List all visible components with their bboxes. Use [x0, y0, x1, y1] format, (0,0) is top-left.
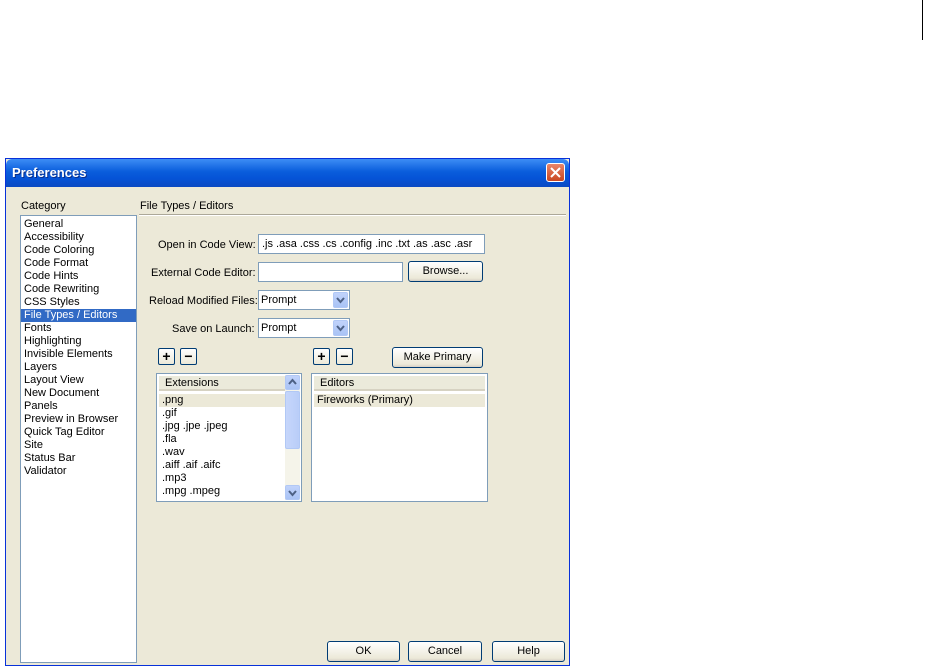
category-label: Category [21, 200, 66, 212]
extension-row[interactable]: .fla [159, 433, 285, 446]
reload-modified-value: Prompt [261, 294, 297, 306]
help-button[interactable]: Help [492, 641, 565, 662]
title-bar[interactable]: Preferences [6, 159, 569, 187]
page-edge-line [922, 0, 923, 40]
extension-row[interactable]: .aiff .aif .aifc [159, 459, 285, 472]
add-extension-button[interactable]: + [158, 348, 175, 365]
cancel-button[interactable]: Cancel [408, 641, 482, 662]
category-item[interactable]: Invisible Elements [21, 348, 136, 361]
scroll-thumb[interactable] [285, 391, 300, 449]
extensions-header[interactable]: Extensions [159, 376, 285, 391]
save-on-launch-value: Prompt [261, 322, 297, 334]
category-item[interactable]: Code Hints [21, 270, 136, 283]
category-item[interactable]: Code Format [21, 257, 136, 270]
category-item[interactable]: Fonts [21, 322, 136, 335]
category-item[interactable]: New Document [21, 387, 136, 400]
category-item[interactable]: Layout View [21, 374, 136, 387]
editors-list[interactable]: Editors Fireworks (Primary) [311, 373, 488, 502]
category-item[interactable]: Highlighting [21, 335, 136, 348]
chevron-up-icon [288, 378, 297, 385]
extension-row[interactable]: .wav [159, 446, 285, 459]
scroll-down-button[interactable] [285, 485, 300, 500]
external-editor-input[interactable] [258, 262, 403, 282]
external-editor-label: External Code Editor: [151, 267, 256, 279]
extension-row[interactable]: .mpg .mpeg [159, 485, 285, 498]
open-in-code-view-input[interactable]: .js .asa .css .cs .config .inc .txt .as … [258, 234, 485, 254]
extension-row[interactable]: .mp3 [159, 472, 285, 485]
editors-header[interactable]: Editors [314, 376, 485, 391]
category-item[interactable]: Accessibility [21, 231, 136, 244]
open-in-code-view-label: Open in Code View: [158, 239, 256, 251]
chevron-down-icon[interactable] [333, 320, 348, 336]
add-editor-button[interactable]: + [313, 348, 330, 365]
remove-extension-button[interactable]: − [180, 348, 197, 365]
dialog-title: Preferences [12, 165, 87, 180]
extension-row[interactable]: .jpg .jpe .jpeg [159, 420, 285, 433]
chevron-down-icon [288, 490, 297, 497]
category-item[interactable]: Code Coloring [21, 244, 136, 257]
category-item[interactable]: Preview in Browser [21, 413, 136, 426]
editor-row-selected[interactable]: Fireworks (Primary) [314, 394, 485, 407]
category-item[interactable]: CSS Styles [21, 296, 136, 309]
category-item[interactable]: Status Bar [21, 452, 136, 465]
panel-title: File Types / Editors [140, 200, 234, 212]
category-item[interactable]: Code Rewriting [21, 283, 136, 296]
category-item[interactable]: Quick Tag Editor [21, 426, 136, 439]
chevron-down-icon[interactable] [333, 292, 348, 308]
close-icon [550, 167, 561, 178]
extension-row-selected[interactable]: .png [159, 394, 285, 407]
section-divider [139, 214, 566, 216]
save-on-launch-label: Save on Launch: [172, 323, 255, 335]
extensions-list[interactable]: Extensions .png .gif .jpg .jpe .jpeg .fl… [156, 373, 302, 502]
category-item-selected[interactable]: File Types / Editors [21, 309, 136, 322]
reload-modified-select[interactable]: Prompt [258, 290, 350, 310]
preferences-dialog: Preferences Category General Accessibili… [5, 158, 570, 666]
make-primary-button[interactable]: Make Primary [392, 347, 483, 368]
extensions-scrollbar[interactable] [285, 375, 300, 500]
remove-editor-button[interactable]: − [336, 348, 353, 365]
close-button[interactable] [546, 163, 565, 182]
ok-button[interactable]: OK [327, 641, 400, 662]
reload-modified-label: Reload Modified Files: [149, 295, 258, 307]
extension-row[interactable]: .gif [159, 407, 285, 420]
category-item[interactable]: Site [21, 439, 136, 452]
category-list[interactable]: General Accessibility Code Coloring Code… [20, 215, 137, 663]
category-item[interactable]: Panels [21, 400, 136, 413]
category-item[interactable]: Validator [21, 465, 136, 478]
save-on-launch-select[interactable]: Prompt [258, 318, 350, 338]
category-item[interactable]: General [21, 218, 136, 231]
browse-button[interactable]: Browse... [408, 261, 483, 282]
scroll-up-button[interactable] [285, 375, 300, 390]
category-item[interactable]: Layers [21, 361, 136, 374]
